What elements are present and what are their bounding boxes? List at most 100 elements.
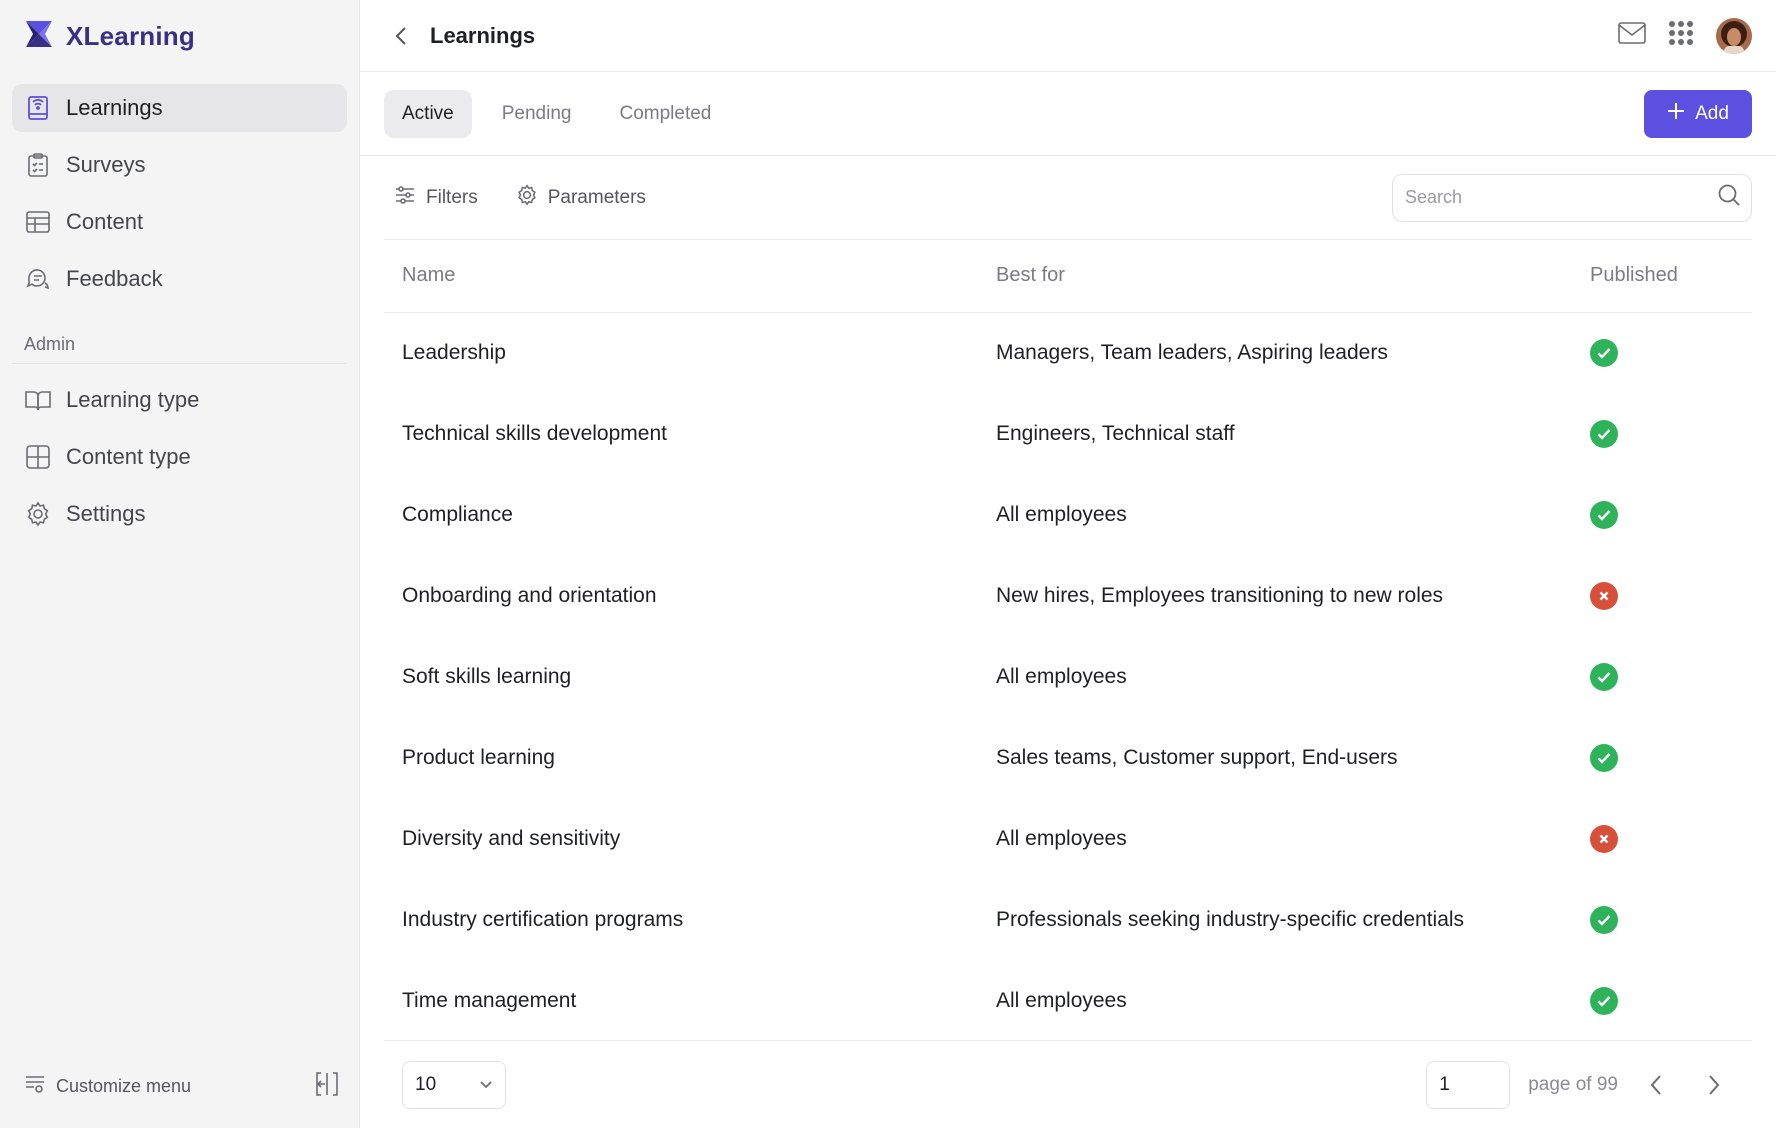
customize-menu-label: Customize menu <box>56 1075 192 1096</box>
table-row[interactable]: Onboarding and orientation New hires, Emp… <box>384 555 1752 636</box>
cell-best-for: All employees <box>996 502 1127 526</box>
add-button[interactable]: Add <box>1644 89 1752 138</box>
sidebar-item-learning-type[interactable]: Learning type <box>12 376 347 424</box>
table-row[interactable]: Technical skills development Engineers, T… <box>384 393 1752 474</box>
open-book-icon <box>24 386 52 414</box>
column-header-name[interactable]: Name <box>384 240 978 312</box>
table-body: Leadership Managers, Team leaders, Aspiri… <box>384 312 1752 1041</box>
page-number-input[interactable] <box>1426 1060 1511 1109</box>
topbar-actions <box>1618 17 1752 54</box>
app-root: XLearning Learnings Surveys Content Feed… <box>0 0 1776 1128</box>
next-page-button[interactable] <box>1694 1065 1734 1105</box>
cell-best-for: Professionals seeking industry-specific … <box>996 907 1465 931</box>
sidebar-item-settings[interactable]: Settings <box>12 490 347 538</box>
sidebar-item-learnings[interactable]: Learnings <box>12 84 347 132</box>
page-size-select[interactable]: 10 <box>402 1060 506 1109</box>
cell-published <box>1572 474 1752 555</box>
cell-published <box>1572 555 1752 636</box>
book-icon <box>24 94 52 122</box>
cell-name: Technical skills development <box>402 421 667 445</box>
cell-published <box>1572 312 1752 393</box>
add-button-label: Add <box>1695 102 1729 124</box>
apps-grid-icon[interactable] <box>1668 20 1694 51</box>
collapse-sidebar-icon[interactable] <box>313 1070 341 1103</box>
sidebar-item-label: Surveys <box>66 152 146 177</box>
sidebar-item-surveys[interactable]: Surveys <box>12 141 347 189</box>
pager-controls: page of 99 <box>1426 1060 1734 1109</box>
sidebar-item-label: Content type <box>66 444 191 469</box>
page-title: Learnings <box>430 22 536 48</box>
cell-name: Onboarding and orientation <box>402 583 657 607</box>
check-circle-icon <box>1590 743 1618 772</box>
table-row[interactable]: Time management All employees <box>384 960 1752 1041</box>
tabs-bar: Active Pending Completed Add <box>360 72 1776 156</box>
sidebar-item-label: Settings <box>66 501 146 526</box>
back-chevron-icon[interactable] <box>384 19 418 53</box>
previous-page-button[interactable] <box>1636 1065 1676 1105</box>
grid-icon <box>24 443 52 471</box>
cell-name: Industry certification programs <box>402 907 684 931</box>
avatar[interactable] <box>1716 17 1752 54</box>
chevron-down-icon <box>479 1074 493 1096</box>
cell-best-for: Sales teams, Customer support, End-users <box>996 745 1398 769</box>
sidebar-item-label: Learnings <box>66 95 163 120</box>
table-row[interactable]: Product learning Sales teams, Customer su… <box>384 717 1752 798</box>
x-circle-icon <box>1590 581 1618 610</box>
table-row[interactable]: Leadership Managers, Team leaders, Aspiri… <box>384 312 1752 393</box>
cell-best-for: All employees <box>996 988 1127 1012</box>
cell-published <box>1572 798 1752 879</box>
sidebar-item-content[interactable]: Content <box>12 198 347 246</box>
check-circle-icon <box>1590 662 1618 691</box>
page-of-label: page of 99 <box>1528 1073 1618 1095</box>
clipboard-icon <box>24 151 52 179</box>
filters-button[interactable]: Filters <box>394 185 478 211</box>
chevron-left-icon <box>1650 1074 1661 1095</box>
check-circle-icon <box>1590 419 1618 448</box>
tab-active[interactable]: Active <box>384 89 472 138</box>
tab-completed[interactable]: Completed <box>601 90 729 138</box>
filters-label: Filters <box>426 186 478 208</box>
search-box <box>1392 173 1752 222</box>
table-row[interactable]: Diversity and sensitivity All employees <box>384 798 1752 879</box>
search-input[interactable] <box>1405 187 1717 208</box>
main-panel: Learnings Active Pending Completed Add F… <box>360 0 1776 1128</box>
parameters-button[interactable]: Parameters <box>516 183 646 212</box>
customize-menu-button[interactable]: Customize menu <box>24 1074 191 1099</box>
plus-icon <box>1667 102 1685 126</box>
sidebar-footer: Customize menu <box>24 1066 341 1106</box>
table-row[interactable]: Compliance All employees <box>384 474 1752 555</box>
sliders-icon <box>394 185 416 211</box>
brand[interactable]: XLearning <box>0 0 359 72</box>
x-circle-icon <box>1590 824 1618 853</box>
sidebar: XLearning Learnings Surveys Content Feed… <box>0 0 360 1128</box>
mail-icon[interactable] <box>1618 22 1646 49</box>
cell-published <box>1572 960 1752 1041</box>
gear-icon <box>516 183 538 212</box>
column-header-best-for[interactable]: Best for <box>978 240 1572 312</box>
column-header-published[interactable]: Published <box>1572 240 1752 312</box>
customize-icon <box>24 1074 46 1099</box>
main-nav: Learnings Surveys Content Feedback <box>0 72 359 303</box>
sidebar-item-content-type[interactable]: Content type <box>12 433 347 481</box>
cell-best-for: All employees <box>996 826 1127 850</box>
tab-pending[interactable]: Pending <box>484 90 590 138</box>
table-row[interactable]: Soft skills learning All employees <box>384 636 1752 717</box>
gear-icon <box>24 500 52 528</box>
admin-nav: Learning type Content type Settings <box>0 376 359 538</box>
table-icon <box>24 208 52 236</box>
check-circle-icon <box>1590 905 1618 934</box>
sidebar-item-feedback[interactable]: Feedback <box>12 255 347 303</box>
cell-published <box>1572 717 1752 798</box>
sidebar-item-label: Content <box>66 209 144 234</box>
table-row[interactable]: Industry certification programs Professio… <box>384 879 1752 960</box>
content-area: Filters Parameters Search Name Best for … <box>360 156 1776 1041</box>
cell-published <box>1572 879 1752 960</box>
chevron-right-icon <box>1709 1074 1720 1095</box>
cell-name: Compliance <box>402 502 513 526</box>
cell-name: Time management <box>402 988 577 1012</box>
cell-name: Leadership <box>402 340 506 364</box>
admin-section-label: Admin <box>12 312 347 364</box>
pagination: 10 page of 99 <box>384 1040 1752 1128</box>
search-icon[interactable] <box>1717 183 1741 212</box>
check-circle-icon <box>1590 986 1618 1015</box>
